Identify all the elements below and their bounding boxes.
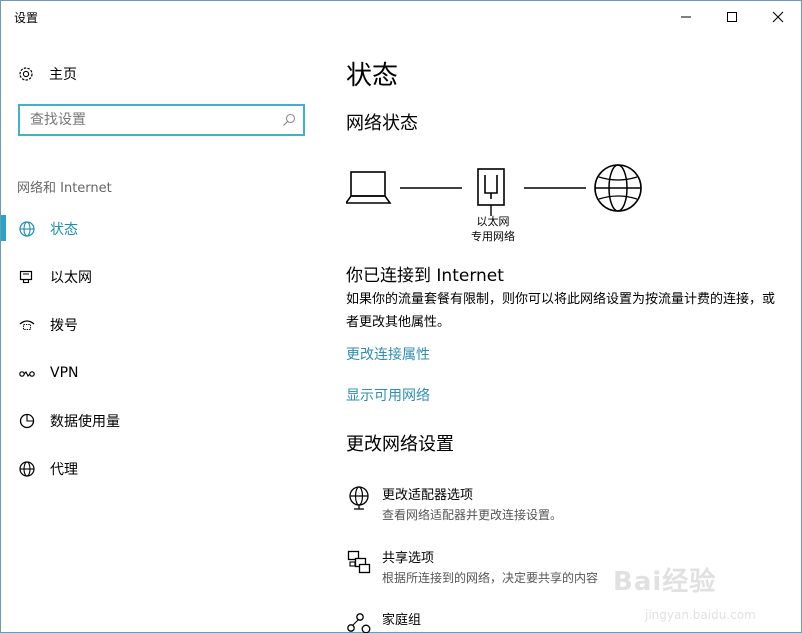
adapter-network-type: 专用网络	[471, 230, 515, 243]
watermark-brand: Bai经验	[613, 567, 717, 597]
close-button[interactable]	[755, 1, 801, 33]
proxy-globe-icon	[17, 459, 37, 479]
option-subtitle: 查看网络适配器并更改连接设置。	[382, 508, 563, 522]
sidebar: 主页 网络和 Internet 状态 以太网	[1, 33, 321, 633]
homegroup-item[interactable]: 家庭组	[346, 611, 421, 633]
sidebar-item-ethernet[interactable]: 以太网	[1, 253, 321, 301]
sidebar-item-label: 状态	[50, 222, 78, 238]
option-subtitle: 根据所连接到的网络，决定要共享的内容	[382, 571, 599, 585]
maximize-button[interactable]	[709, 1, 755, 33]
option-title: 更改适配器选项	[382, 488, 474, 503]
network-diagram: 以太网 专用网络	[346, 161, 646, 251]
data-usage-icon	[17, 411, 37, 431]
laptop-icon	[346, 171, 392, 204]
window-title: 设置	[14, 11, 39, 25]
sidebar-item-proxy[interactable]: 代理	[1, 445, 321, 493]
connection-description: 如果你的流量套餐有限制，则你可以将此网络设置为按流量计费的连接，或者更改其他属性…	[346, 292, 776, 330]
globe-icon	[17, 219, 37, 239]
minimize-icon	[681, 16, 691, 18]
sidebar-nav: 状态 以太网 拨号 VPN 数据使用量 代理	[1, 205, 321, 493]
adapter-options-item[interactable]: 更改适配器选项 查看网络适配器并更改连接设置。	[346, 486, 562, 524]
adapter-label: 以太网 专用网络	[453, 214, 533, 244]
ethernet-adapter-icon	[477, 168, 505, 216]
watermark-url: jingyan.baidu.com	[645, 608, 756, 622]
internet-globe-icon	[594, 164, 642, 212]
sidebar-item-label: 以太网	[50, 270, 92, 286]
homegroup-icon	[346, 611, 372, 633]
gear-icon	[19, 67, 33, 81]
baidu-watermark: Bai经验 jingyan.baidu.com	[613, 541, 802, 633]
sidebar-item-dialup[interactable]: 拨号	[1, 301, 321, 349]
adapter-globe-icon	[346, 486, 372, 512]
show-available-networks-link[interactable]: 显示可用网络	[346, 385, 430, 405]
option-title: 共享选项	[382, 551, 435, 566]
connection-status-text: 你已连接到 Internet	[346, 266, 504, 286]
title-bar: 设置	[1, 1, 801, 33]
option-title: 家庭组	[382, 613, 422, 628]
maximize-icon	[727, 12, 737, 22]
search-input[interactable]	[20, 106, 275, 134]
home-label: 主页	[49, 67, 77, 83]
sharing-options-item[interactable]: 共享选项 根据所连接到的网络，决定要共享的内容	[346, 549, 598, 587]
sidebar-item-label: 拨号	[50, 318, 78, 334]
change-connection-properties-link[interactable]: 更改连接属性	[346, 344, 430, 364]
home-nav-item[interactable]: 主页	[17, 63, 77, 85]
vpn-icon	[17, 363, 37, 383]
sidebar-item-status[interactable]: 状态	[1, 205, 321, 253]
ethernet-icon	[17, 267, 37, 287]
sidebar-item-label: 代理	[50, 462, 78, 478]
change-network-settings-heading: 更改网络设置	[346, 434, 454, 455]
network-status-heading: 网络状态	[346, 113, 418, 134]
sidebar-item-label: VPN	[50, 365, 79, 381]
adapter-name: 以太网	[476, 215, 510, 228]
minimize-button[interactable]	[663, 1, 709, 33]
sidebar-item-vpn[interactable]: VPN	[1, 349, 321, 397]
sidebar-group-title: 网络和 Internet	[17, 181, 112, 196]
close-icon	[772, 11, 784, 23]
dialup-icon	[17, 315, 37, 335]
sidebar-item-data-usage[interactable]: 数据使用量	[1, 397, 321, 445]
sidebar-item-label: 数据使用量	[50, 414, 120, 430]
settings-window: 设置 主页 网络和 Internet	[0, 0, 802, 633]
search-icon[interactable]	[275, 113, 303, 127]
search-box[interactable]	[18, 104, 305, 136]
sharing-icon	[346, 549, 372, 575]
page-title: 状态	[346, 61, 399, 91]
